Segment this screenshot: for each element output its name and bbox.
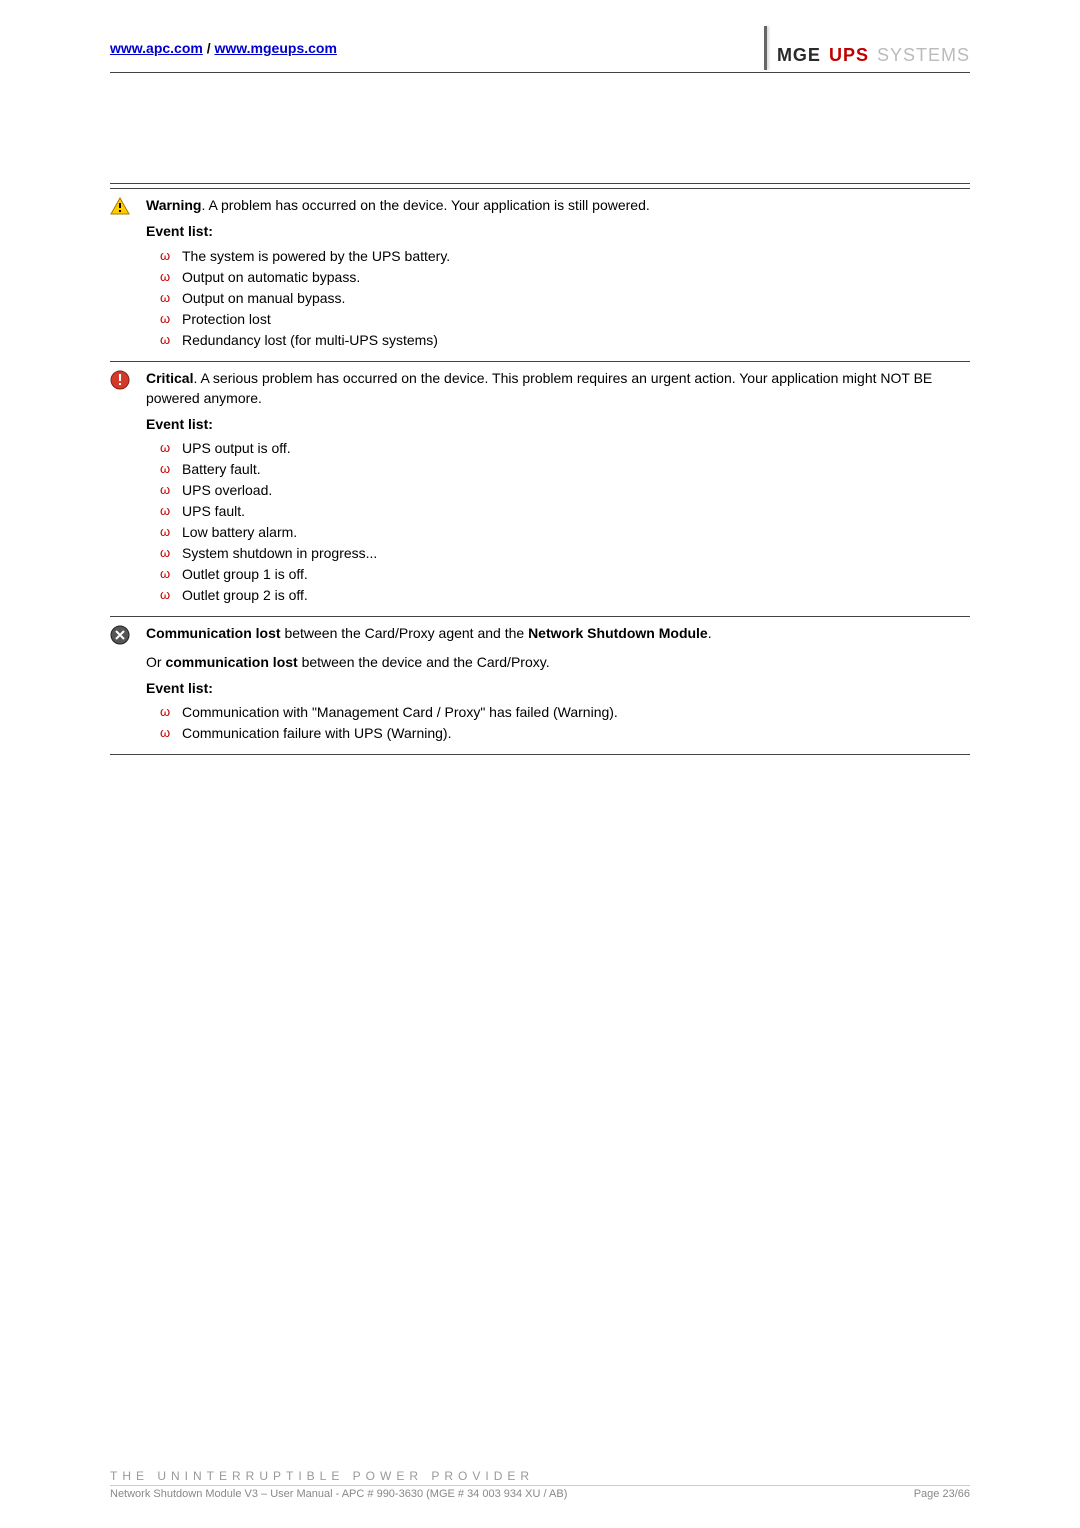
- list-item: Output on manual bypass.: [160, 288, 970, 309]
- warning-text: Warning. A problem has occurred on the d…: [146, 195, 970, 215]
- list-item: Battery fault.: [160, 459, 970, 480]
- brand-bar: [764, 26, 767, 70]
- footer-page-number: Page 23/66: [914, 1488, 970, 1500]
- page-header: www.apc.com / www.mgeups.com MGE UPS SYS…: [110, 40, 970, 73]
- brand-mge: MGE: [777, 45, 821, 66]
- communication-event-heading: Event list:: [146, 678, 970, 698]
- communication-event-list: Communication with "Management Card / Pr…: [146, 702, 970, 744]
- footer-tagline: THE UNINTERRUPTIBLE POWER PROVIDER: [110, 1469, 970, 1486]
- link-mgeups[interactable]: www.mgeups.com: [215, 40, 337, 56]
- critical-event-heading: Event list:: [146, 414, 970, 434]
- brand-systems: SYSTEMS: [877, 45, 970, 66]
- communication-text-1: Communication lost between the Card/Prox…: [146, 623, 970, 643]
- warning-section: Warning. A problem has occurred on the d…: [110, 193, 970, 357]
- list-item: Communication failure with UPS (Warning)…: [160, 723, 970, 744]
- list-item: Low battery alarm.: [160, 522, 970, 543]
- list-item: Outlet group 1 is off.: [160, 564, 970, 585]
- list-item: The system is powered by the UPS battery…: [160, 246, 970, 267]
- list-item: Outlet group 2 is off.: [160, 585, 970, 606]
- critical-text: Critical. A serious problem has occurred…: [146, 368, 970, 409]
- page-footer: THE UNINTERRUPTIBLE POWER PROVIDER Netwo…: [110, 1469, 970, 1500]
- divider: [110, 616, 970, 617]
- list-item: Protection lost: [160, 309, 970, 330]
- warning-icon: [110, 195, 146, 218]
- communication-section: Communication lost between the Card/Prox…: [110, 621, 970, 750]
- divider: [110, 361, 970, 362]
- content-body: Warning. A problem has occurred on the d…: [110, 183, 970, 755]
- list-item: Output on automatic bypass.: [160, 267, 970, 288]
- footer-docinfo: Network Shutdown Module V3 – User Manual…: [110, 1488, 567, 1500]
- list-item: UPS fault.: [160, 501, 970, 522]
- divider-double: [110, 183, 970, 189]
- list-item: Redundancy lost (for multi-UPS systems): [160, 330, 970, 351]
- divider: [110, 754, 970, 755]
- warning-event-list: The system is powered by the UPS battery…: [146, 246, 970, 351]
- list-item: UPS output is off.: [160, 438, 970, 459]
- header-links: www.apc.com / www.mgeups.com: [110, 40, 337, 56]
- link-apc[interactable]: www.apc.com: [110, 40, 203, 56]
- critical-event-list: UPS output is off. Battery fault. UPS ov…: [146, 438, 970, 606]
- brand-ups: UPS: [829, 45, 869, 66]
- list-item: Communication with "Management Card / Pr…: [160, 702, 970, 723]
- list-item: UPS overload.: [160, 480, 970, 501]
- link-separator: /: [203, 40, 215, 56]
- brand-logo: MGE UPS SYSTEMS: [764, 40, 970, 70]
- list-item: System shutdown in progress...: [160, 543, 970, 564]
- communication-lost-icon: [110, 623, 146, 648]
- critical-section: Critical. A serious problem has occurred…: [110, 366, 970, 613]
- warning-event-heading: Event list:: [146, 221, 970, 241]
- critical-icon: [110, 368, 146, 393]
- communication-text-2: Or communication lost between the device…: [146, 652, 970, 672]
